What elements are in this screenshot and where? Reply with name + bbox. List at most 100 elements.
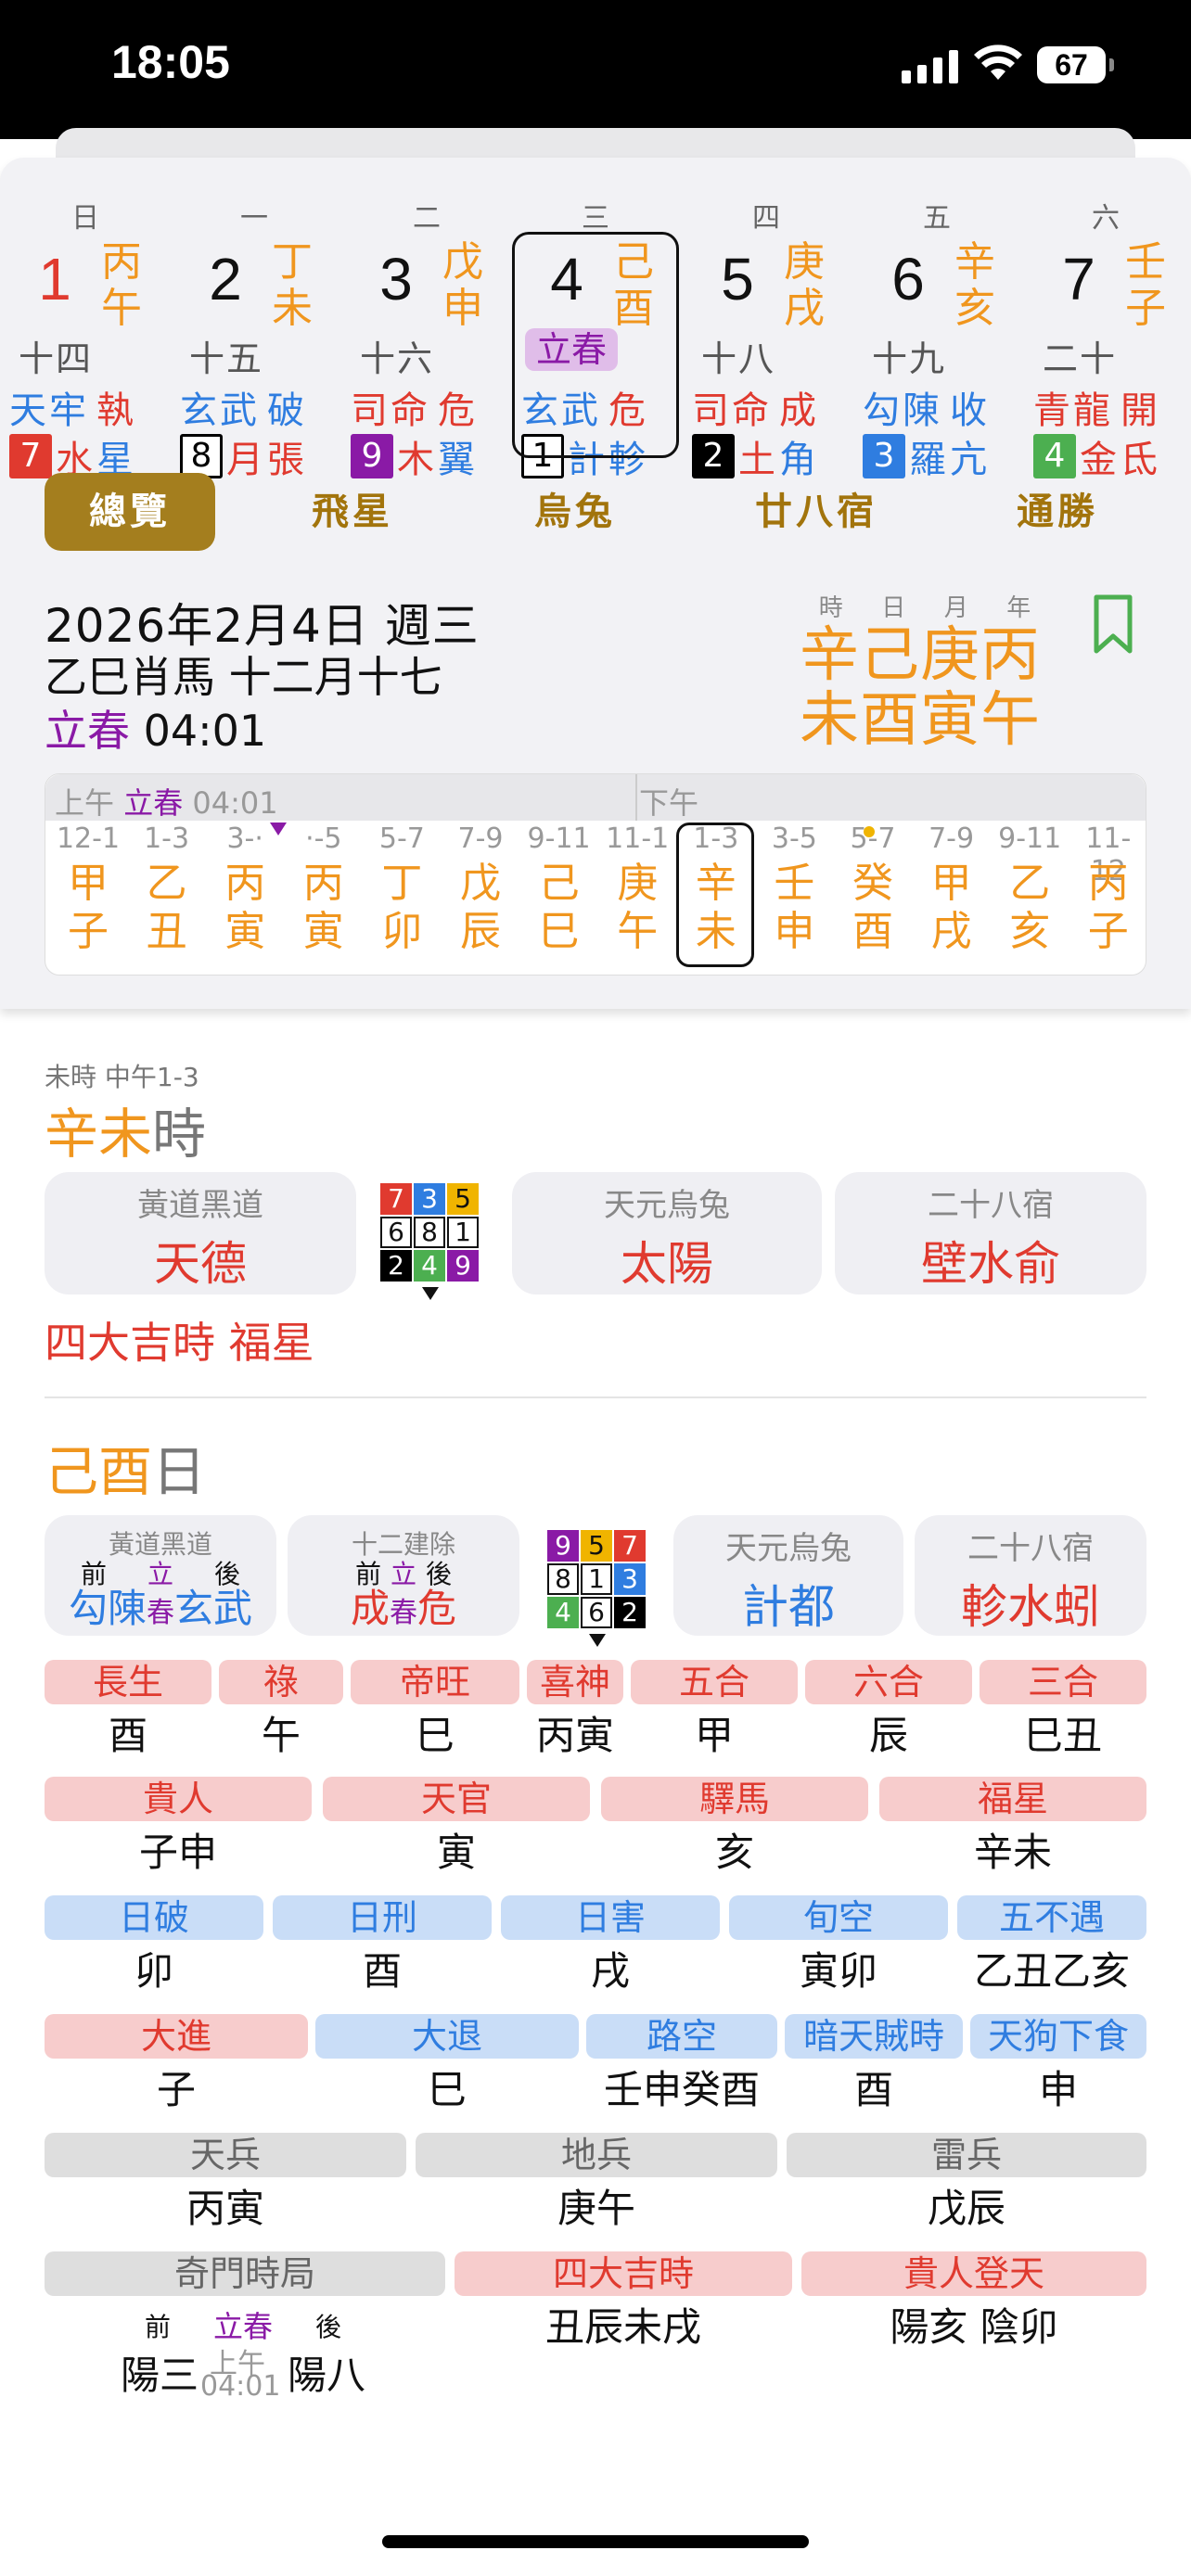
- almanac-value: 辛未: [973, 1830, 1052, 1875]
- almanac-value: 酉: [853, 2067, 893, 2112]
- day-ganzhi: 壬子: [1124, 239, 1167, 332]
- hour-branch: 子: [1087, 908, 1129, 955]
- ganzhi-branch: 子: [1125, 285, 1166, 332]
- almanac-value: 寅: [436, 1830, 476, 1875]
- hour-cell[interactable]: 5-7 癸酉: [834, 823, 912, 956]
- day-mansion-card[interactable]: 二十八宿 軫水蚓: [915, 1515, 1146, 1636]
- hour-stem: 壬: [774, 860, 815, 907]
- huangdao-card[interactable]: 黃道黑道 天德: [45, 1172, 356, 1294]
- hour-cell[interactable]: 9-11 己巳: [520, 823, 598, 956]
- star-number-box: 4: [1033, 434, 1076, 478]
- almanac-value: 巳: [427, 2067, 467, 2112]
- battery-icon: 67: [1037, 46, 1114, 83]
- almanac-value: 卯: [134, 1948, 173, 1994]
- day-officer: 成: [779, 389, 819, 432]
- mansion-card[interactable]: 二十八宿 壁水俞: [835, 1172, 1146, 1294]
- hour-cell[interactable]: 3-· 丙寅: [206, 823, 284, 956]
- almanac-label: 貴人: [45, 1777, 312, 1821]
- star-cell: 7: [614, 1530, 646, 1562]
- star-cell: 9: [547, 1530, 579, 1562]
- day-cell[interactable]: 2 丁未十五 玄武破 8 月張: [171, 237, 341, 481]
- day-cell[interactable]: 5 庚戌十八 司命成 2 土角: [683, 237, 853, 481]
- almanac-label: 地兵: [416, 2133, 777, 2177]
- day-flying-star-grid[interactable]: 957 813 462: [547, 1530, 646, 1628]
- hour-range: 9-11: [527, 823, 591, 855]
- day-number: 1: [38, 246, 71, 312]
- tab-almanac[interactable]: 通勝: [983, 473, 1132, 551]
- hour-note: 四大吉時 福星: [45, 1318, 314, 1368]
- hour-cell[interactable]: 7-9 甲戌: [913, 823, 991, 956]
- hour-range: 11-12: [1085, 823, 1132, 887]
- almanac-label: 大進: [45, 2014, 308, 2059]
- hour-cell[interactable]: 1-3 辛未: [677, 823, 755, 956]
- almanac-value: 戊辰: [927, 2186, 1005, 2231]
- ganzhi-branch: 午: [101, 285, 142, 332]
- lunar-day: 二十: [1042, 338, 1117, 379]
- tab-overview[interactable]: 總覽: [45, 473, 215, 551]
- grid-pointer: [589, 1634, 606, 1647]
- hour-branch: 卯: [381, 908, 423, 955]
- hour-cell[interactable]: ·-5 丙寅: [285, 823, 363, 956]
- hour-cell[interactable]: 11-1 庚午: [598, 823, 676, 956]
- am-label: 上午 立春 04:01: [55, 785, 278, 821]
- day-cell[interactable]: 6 辛亥十九 勾陳收 3 羅亢: [853, 237, 1024, 481]
- almanac-label: 日破: [45, 1895, 263, 1940]
- hour-cell[interactable]: 12-1 甲子: [49, 823, 127, 956]
- tab-wutu[interactable]: 烏兔: [501, 473, 649, 551]
- hour-cell[interactable]: 5-7 丁卯: [363, 823, 441, 956]
- hour-stem: 己: [538, 860, 580, 907]
- day-god-name: 玄武: [180, 389, 260, 432]
- home-indicator[interactable]: [382, 2535, 809, 2548]
- almanac-value: 申: [1038, 2067, 1078, 2112]
- day-number: 5: [721, 246, 754, 312]
- tab-bar: 總覽 飛星 烏兔 廿八宿 通勝: [0, 473, 1191, 556]
- hour-branch: 戌: [930, 908, 972, 955]
- hour-range: 5-7: [378, 823, 425, 855]
- card-value: 軫水蚓: [961, 1580, 1100, 1634]
- day-cell[interactable]: 3 戊申十六 司命危 9 木翼: [341, 237, 512, 481]
- card-title: 十二建除: [351, 1529, 455, 1560]
- almanac-label: 喜神: [527, 1660, 623, 1704]
- star-cell: 8: [547, 1563, 579, 1595]
- hour-cell[interactable]: 9-11 乙亥: [991, 823, 1069, 956]
- day-huangdao-card[interactable]: 黃道黑道 前立後 勾陳春玄武: [45, 1515, 276, 1636]
- day-god: 勾陳收: [863, 380, 1002, 434]
- almanac-value: 丑辰未戌: [544, 2304, 701, 2350]
- hour-stem: 辛: [695, 860, 736, 907]
- solar-term-time: 04:01: [143, 706, 267, 756]
- star-number-box: 9: [351, 434, 393, 478]
- ganzhi-branch: 戌: [784, 285, 825, 332]
- wutu-card[interactable]: 天元烏兔 太陽: [512, 1172, 822, 1294]
- hour-range: 3-5: [771, 823, 817, 855]
- day-cell[interactable]: 7 壬子二十 青龍開 4 金氐: [1024, 237, 1191, 481]
- hour-title: 辛未時: [45, 1103, 207, 1166]
- hour-cell[interactable]: 7-9 戊辰: [442, 823, 519, 956]
- almanac-label: 五合: [631, 1660, 798, 1704]
- card-value: 壁水俞: [921, 1237, 1060, 1291]
- lunar-day: 十六: [359, 338, 434, 379]
- bookmark-icon[interactable]: [1093, 593, 1133, 655]
- pm-label: 下午: [639, 785, 699, 821]
- hour-cell[interactable]: 1-3 乙丑: [128, 823, 206, 956]
- day-cell[interactable]: 1 丙午十四 天牢執 7 水星: [0, 237, 171, 481]
- card-title: 黃道黑道: [137, 1187, 263, 1224]
- hour-stem: 丙: [224, 860, 266, 907]
- hour-cell[interactable]: 11-12 丙子: [1069, 823, 1147, 956]
- almanac-label: 日害: [501, 1895, 720, 1940]
- almanac-label: 長生: [45, 1660, 211, 1704]
- flying-star-grid[interactable]: 735 681 249: [380, 1183, 479, 1282]
- day-officer: 開: [1121, 389, 1160, 432]
- tab-28-mansions[interactable]: 廿八宿: [733, 473, 900, 551]
- hour-stem: 庚: [617, 860, 659, 907]
- hour-cell[interactable]: 3-5 壬申: [755, 823, 833, 956]
- hour-branch: 寅: [302, 908, 344, 955]
- day-god: 司命成: [692, 380, 831, 434]
- jianchu-card[interactable]: 十二建除 前立後 成春危: [288, 1515, 519, 1636]
- almanac-value: 寅卯: [799, 1948, 877, 1994]
- tab-flying-star[interactable]: 飛星: [278, 473, 427, 551]
- lunar-day: 十九: [871, 338, 946, 379]
- star-cell: 6: [380, 1217, 412, 1248]
- day-wutu-card[interactable]: 天元烏兔 計都: [673, 1515, 903, 1636]
- almanac-label: 日刑: [273, 1895, 492, 1940]
- day-number: 2: [209, 246, 242, 312]
